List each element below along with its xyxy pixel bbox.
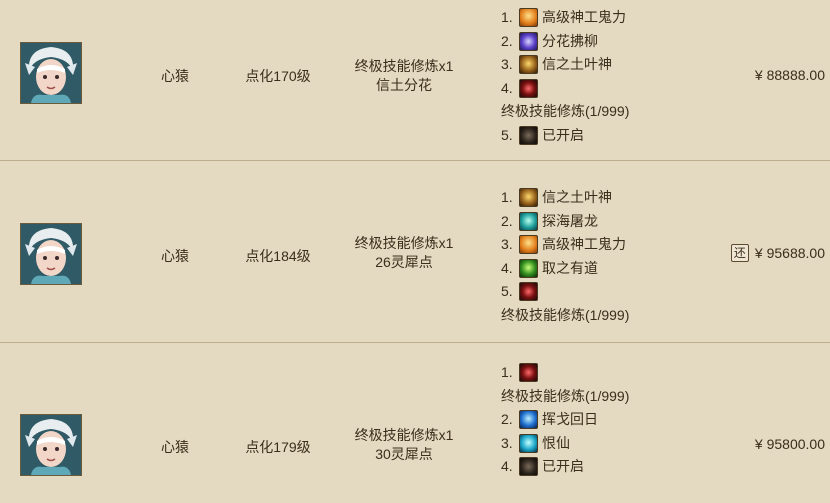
level-text: 点化179级 bbox=[245, 439, 311, 455]
monkey-king-portrait-icon bbox=[21, 415, 81, 475]
skill-item[interactable]: 1. bbox=[501, 361, 701, 385]
price-text: ¥ 95688.00 bbox=[754, 245, 825, 261]
skill-item-label: 终极技能修炼(1/999) bbox=[501, 306, 630, 323]
skill-item[interactable]: 5. bbox=[501, 280, 701, 304]
role-name: 心猿 bbox=[161, 68, 189, 84]
price-cell: ¥ 88888.00 bbox=[705, 67, 825, 83]
listing-table: 心猿 点化170级 终极技能修炼x1 信土分花 1. 高级神工鬼力 2. 分花拂柳 … bbox=[0, 0, 830, 480]
character-avatar[interactable] bbox=[20, 42, 82, 104]
skill-item[interactable]: 3. 信之土叶神 bbox=[501, 53, 701, 77]
price-cell: ¥ 95800.00 bbox=[705, 436, 825, 452]
character-avatar[interactable] bbox=[20, 223, 82, 285]
ultimate-skill-info: 终极技能修炼x1 信土分花 bbox=[338, 57, 470, 95]
ultimate-skill-title: 终极技能修炼x1 bbox=[354, 427, 454, 443]
price-cell: 还 ¥ 95688.00 bbox=[705, 244, 825, 262]
skill-item-label: 终极技能修炼(1/999) bbox=[501, 103, 630, 119]
ultimate-skill-info: 终极技能修炼x1 26灵犀点 bbox=[338, 234, 470, 272]
skill-list: 1. 信之土叶神 2. 探海屠龙 3. 高级神工鬼力 4. 取之有道 5. 终极技能修炼… bbox=[501, 186, 701, 327]
red-rune-icon[interactable] bbox=[519, 363, 538, 383]
price-text: ¥ 95800.00 bbox=[754, 436, 825, 452]
level-text: 点化170级 bbox=[245, 68, 311, 84]
dark-seal-icon[interactable] bbox=[519, 457, 538, 477]
skill-item[interactable]: 3. 高级神工鬼力 bbox=[501, 233, 701, 257]
role-name: 心猿 bbox=[161, 439, 189, 455]
ultimate-skill-detail: 26灵犀点 bbox=[375, 254, 433, 270]
blue-feather-icon[interactable] bbox=[519, 410, 538, 430]
skill-item[interactable]: 4. 取之有道 bbox=[501, 257, 701, 281]
price-text: ¥ 88888.00 bbox=[754, 67, 825, 83]
dark-seal-icon[interactable] bbox=[519, 125, 538, 145]
skill-list: 1. 高级神工鬼力 2. 分花拂柳 3. 信之土叶神 4. 终极技能修炼(1/999)… bbox=[501, 6, 701, 147]
skill-item[interactable]: 1. 信之土叶神 bbox=[501, 186, 701, 210]
ultimate-skill-title: 终极技能修炼x1 bbox=[354, 235, 454, 251]
listing-row[interactable]: 心猿 点化170级 终极技能修炼x1 信土分花 1. 高级神工鬼力 2. 分花拂柳 … bbox=[0, 0, 830, 161]
listing-row[interactable]: 心猿 点化184级 终极技能修炼x1 26灵犀点 1. 信之土叶神 2. 探海屠龙 … bbox=[0, 161, 830, 343]
skill-item[interactable]: 2. 分花拂柳 bbox=[501, 30, 701, 54]
skill-item[interactable]: 4. 已开启 bbox=[501, 455, 701, 479]
level-text: 点化184级 bbox=[245, 248, 311, 264]
skill-item[interactable]: 1. 高级神工鬼力 bbox=[501, 6, 701, 30]
amber-leaf-icon[interactable] bbox=[519, 188, 538, 208]
skill-list: 1. 终极技能修炼(1/999) 2. 挥戈回日 3. 恨仙 4. 已开启 bbox=[501, 361, 701, 479]
ultimate-skill-detail: 30灵犀点 bbox=[375, 446, 433, 462]
red-rune-icon[interactable] bbox=[519, 282, 538, 302]
skill-item[interactable]: 5. 已开启 bbox=[501, 124, 701, 148]
ultimate-skill-title: 终极技能修炼x1 bbox=[354, 58, 454, 74]
ultimate-skill-info: 终极技能修炼x1 30灵犀点 bbox=[338, 426, 470, 464]
teal-dragon-icon[interactable] bbox=[519, 211, 538, 231]
skill-item[interactable]: 4. bbox=[501, 77, 701, 101]
role-name: 心猿 bbox=[161, 248, 189, 264]
cyan-flame-icon[interactable] bbox=[519, 433, 538, 453]
monkey-king-portrait-icon bbox=[21, 43, 81, 103]
red-rune-icon[interactable] bbox=[519, 78, 538, 98]
amber-leaf-icon[interactable] bbox=[519, 55, 538, 75]
skill-item[interactable]: 2. 探海屠龙 bbox=[501, 210, 701, 234]
character-avatar[interactable] bbox=[20, 414, 82, 476]
skill-item-label: 终极技能修炼(1/999) bbox=[501, 387, 630, 404]
listing-row[interactable]: 心猿 点化179级 终极技能修炼x1 30灵犀点 1. 终极技能修炼(1/999… bbox=[0, 343, 830, 503]
skill-item[interactable]: 2. 挥戈回日 bbox=[501, 408, 701, 432]
skill-item[interactable]: 3. 恨仙 bbox=[501, 432, 701, 456]
golden-fire-icon[interactable] bbox=[519, 235, 538, 255]
ultimate-skill-detail: 信土分花 bbox=[376, 77, 432, 93]
green-sprout-icon[interactable] bbox=[519, 258, 538, 278]
golden-fire-icon[interactable] bbox=[519, 8, 538, 28]
purple-flower-icon[interactable] bbox=[519, 31, 538, 51]
monkey-king-portrait-icon bbox=[21, 224, 81, 284]
return-badge[interactable]: 还 bbox=[730, 244, 749, 262]
